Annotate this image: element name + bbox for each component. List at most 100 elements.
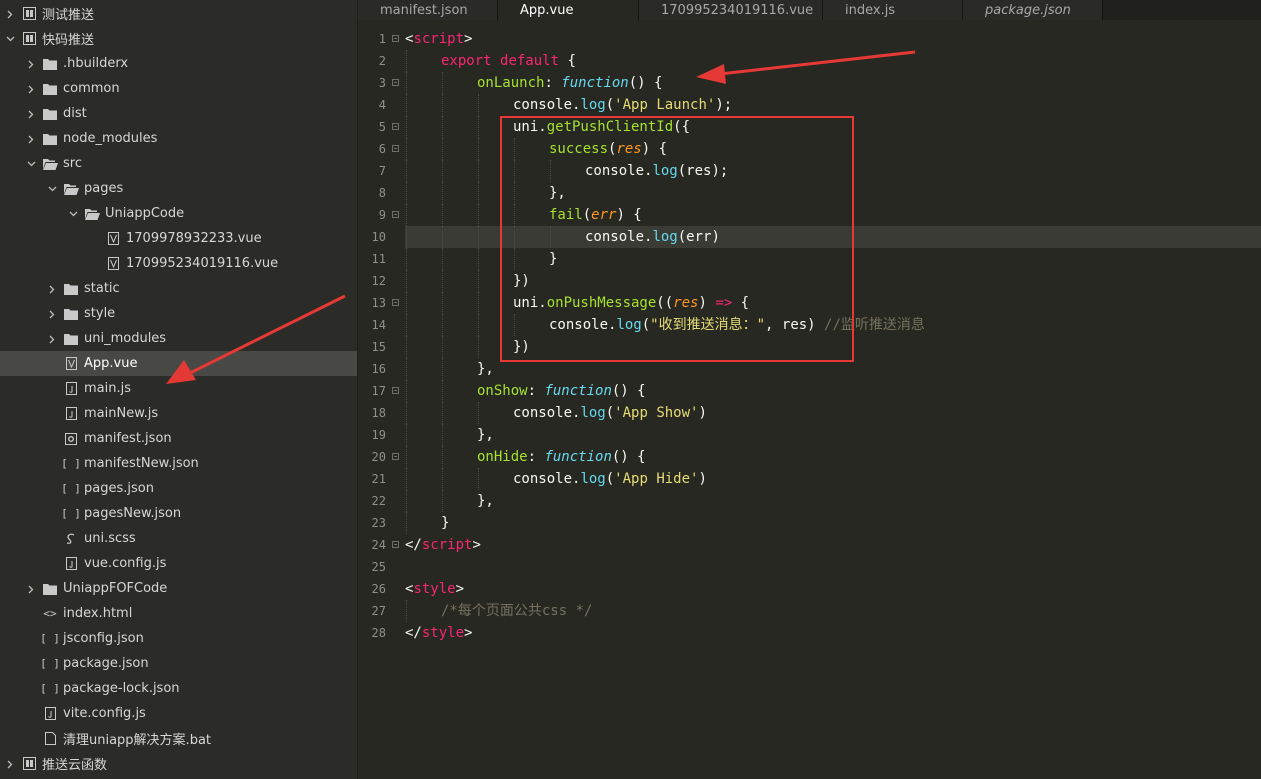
code-line[interactable]: 2 export default { (358, 50, 1261, 72)
tree-item[interactable]: uni_modules (0, 326, 357, 351)
chevron-right-icon[interactable] (24, 107, 38, 120)
chevron-down-icon[interactable] (3, 32, 17, 45)
tree-item[interactable]: src (0, 151, 357, 176)
tree-item-label: package-lock.json (63, 681, 180, 696)
tree-item[interactable]: [ ] pages.json (0, 476, 357, 501)
tree-item[interactable]: mainNew.js (0, 401, 357, 426)
code-line[interactable]: 26 <style> (358, 578, 1261, 600)
chevron-right-icon[interactable] (24, 82, 38, 95)
code-line[interactable]: 18 console.log('App Show') (358, 402, 1261, 424)
chevron-right-icon[interactable] (24, 582, 38, 595)
tree-item[interactable]: [ ] package-lock.json (0, 676, 357, 701)
fold-toggle-icon[interactable] (392, 123, 399, 130)
chevron-right-icon[interactable] (24, 132, 38, 145)
tree-item[interactable]: static (0, 276, 357, 301)
chevron-right-icon[interactable] (45, 307, 59, 320)
tree-item[interactable]: 推送云函数 (0, 751, 357, 776)
code-line[interactable]: 15}) (358, 336, 1261, 358)
tree-item[interactable]: style (0, 301, 357, 326)
tree-item[interactable]: vue.config.js (0, 551, 357, 576)
tree-item[interactable]: node_modules (0, 126, 357, 151)
tree-item[interactable]: 快码推送 (0, 26, 357, 51)
indent-guide (478, 116, 480, 138)
code-line[interactable]: 11} (358, 248, 1261, 270)
code-text: } (441, 512, 449, 534)
chevron-right-icon[interactable] (45, 282, 59, 295)
code-line[interactable]: 1 <script> (358, 28, 1261, 50)
code-line[interactable]: 17 onShow: function() { (358, 380, 1261, 402)
code-line[interactable]: 16}, (358, 358, 1261, 380)
tree-item[interactable]: [ ] jsconfig.json (0, 626, 357, 651)
tree-item[interactable]: [ ] package.json (0, 651, 357, 676)
code-token: > (464, 31, 473, 47)
code-line[interactable]: 14 console.log("收到推送消息：", res) //监听推送消息 (358, 314, 1261, 336)
fold-toggle-icon[interactable] (392, 35, 399, 42)
code-text: /*每个页面公共css */ (441, 600, 592, 622)
tree-item[interactable]: 清理uniapp解决方案.bat (0, 726, 357, 751)
tree-item[interactable]: <> index.html (0, 601, 357, 626)
code-line[interactable]: 6 success(res) { (358, 138, 1261, 160)
tree-item[interactable]: main.js (0, 376, 357, 401)
tree-item-label: .hbuilderx (63, 56, 129, 71)
code-line[interactable]: 21 console.log('App Hide') (358, 468, 1261, 490)
code-line[interactable]: 22}, (358, 490, 1261, 512)
tree-item[interactable]: [ ] pagesNew.json (0, 501, 357, 526)
tree-item[interactable]: .hbuilderx (0, 51, 357, 76)
chevron-down-icon[interactable] (45, 182, 59, 195)
editor-tab[interactable]: package.json (963, 0, 1103, 20)
tree-item[interactable]: dist (0, 101, 357, 126)
chevron-down-icon[interactable] (66, 207, 80, 220)
fold-toggle-icon[interactable] (392, 145, 399, 152)
code-line[interactable]: 7 console.log(res); (358, 160, 1261, 182)
editor-tab[interactable]: index.js (823, 0, 963, 20)
code-line[interactable]: 3 onLaunch: function() { (358, 72, 1261, 94)
chevron-right-icon[interactable] (3, 7, 17, 20)
code-line[interactable]: 23} (358, 512, 1261, 534)
tree-item[interactable]: manifest.json (0, 426, 357, 451)
code-line[interactable]: 13 uni.onPushMessage((res) => { (358, 292, 1261, 314)
tree-item[interactable]: 170995234019116.vue (0, 251, 357, 276)
code-line[interactable]: 20 onHide: function() { (358, 446, 1261, 468)
code-line[interactable]: 28 </style> (358, 622, 1261, 644)
code-line[interactable]: 4 console.log('App Launch'); (358, 94, 1261, 116)
fold-toggle-icon[interactable] (392, 79, 399, 86)
code-token: ) { (616, 207, 642, 223)
code-line[interactable]: 9 fail(err) { (358, 204, 1261, 226)
tree-item[interactable]: pages (0, 176, 357, 201)
code-line[interactable]: 25 (358, 556, 1261, 578)
code-line[interactable]: 12}) (358, 270, 1261, 292)
indent-guide (442, 446, 444, 468)
code-editor[interactable]: 1 <script> 2 export default {3 onLaunch: fun… (358, 28, 1261, 779)
code-line[interactable]: 24 </script> (358, 534, 1261, 556)
fold-toggle-icon[interactable] (392, 541, 399, 548)
tree-item[interactable]: [ ] manifestNew.json (0, 451, 357, 476)
fold-toggle-icon[interactable] (392, 211, 399, 218)
code-token: ({ (673, 119, 691, 135)
chevron-down-icon[interactable] (24, 157, 38, 170)
tree-item[interactable]: 测试推送 (0, 1, 357, 26)
editor-tab[interactable]: 170995234019116.vue (639, 0, 823, 20)
chevron-right-icon[interactable] (3, 757, 17, 770)
editor-tab[interactable]: App.vue (498, 0, 639, 20)
editor-tab[interactable]: manifest.json (358, 0, 498, 20)
indent-guide (442, 160, 444, 182)
indent-guide (406, 358, 408, 380)
tree-item[interactable]: common (0, 76, 357, 101)
tree-item[interactable]: App.vue (0, 351, 357, 376)
tree-item[interactable]: UniappCode (0, 201, 357, 226)
fold-toggle-icon[interactable] (392, 387, 399, 394)
folder-open-icon (42, 157, 58, 171)
tree-item[interactable]: 1709978932233.vue (0, 226, 357, 251)
chevron-right-icon[interactable] (24, 57, 38, 70)
code-line[interactable]: 27 /*每个页面公共css */ (358, 600, 1261, 622)
tree-item[interactable]: uni.scss (0, 526, 357, 551)
code-line[interactable]: 8}, (358, 182, 1261, 204)
tree-item[interactable]: UniappFOFCode (0, 576, 357, 601)
fold-toggle-icon[interactable] (392, 453, 399, 460)
fold-toggle-icon[interactable] (392, 299, 399, 306)
code-line[interactable]: 5 uni.getPushClientId({ (358, 116, 1261, 138)
code-line[interactable]: 19}, (358, 424, 1261, 446)
tree-item[interactable]: vite.config.js (0, 701, 357, 726)
code-line[interactable]: 10 console.log(err) (358, 226, 1261, 248)
chevron-right-icon[interactable] (45, 332, 59, 345)
